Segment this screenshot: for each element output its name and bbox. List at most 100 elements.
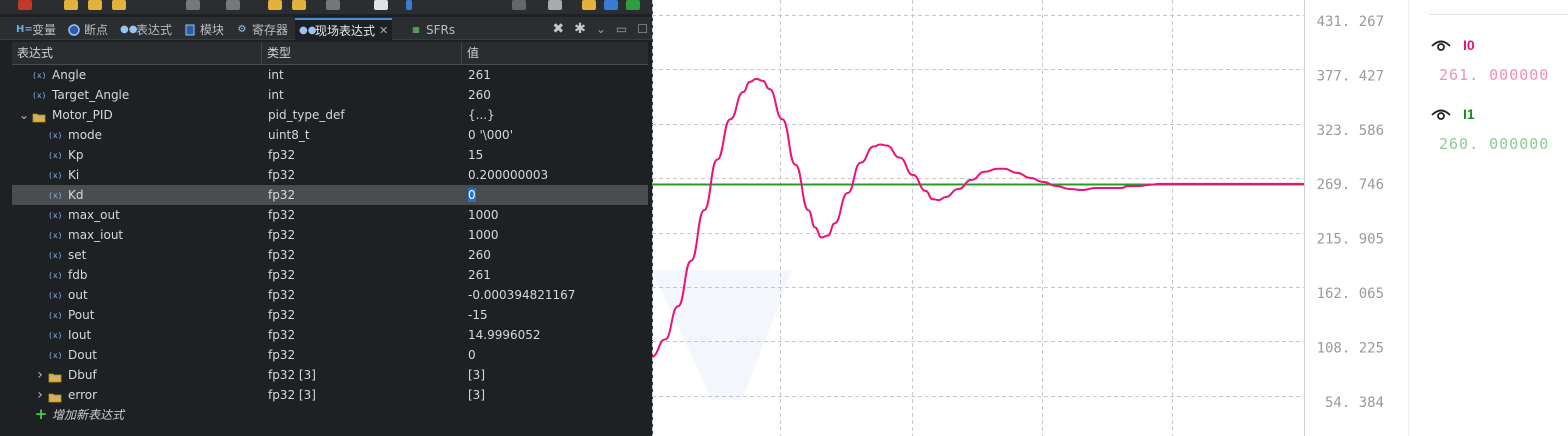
value-cell[interactable]: 261 (468, 265, 648, 285)
toolbar-icon[interactable] (626, 0, 640, 10)
tab-registers[interactable]: ⚙ 寄存器 (232, 20, 289, 39)
table-row[interactable]: (x)= out fp32 -0.000394821167 (12, 285, 648, 305)
table-row[interactable]: (x)= fdb fp32 261 (12, 265, 648, 285)
value-text[interactable]: 15 (468, 148, 483, 162)
value-text[interactable]: 0 (468, 348, 476, 362)
toolbar-icon[interactable] (64, 0, 78, 10)
value-text[interactable]: 260 (468, 88, 491, 102)
value-text[interactable]: -15 (468, 308, 488, 322)
table-row[interactable]: (x)= mode uint8_t 0 '\000' (12, 125, 648, 145)
legend-series-name: I1 (1463, 106, 1475, 122)
value-cell[interactable]: 260 (468, 85, 648, 105)
value-cell[interactable]: 1000 (468, 205, 648, 225)
eye-icon[interactable] (1431, 107, 1451, 121)
toolbar-icon[interactable] (268, 0, 282, 10)
toolbar-icon[interactable] (88, 0, 102, 10)
expression-cell: (x)= out (12, 285, 262, 305)
tab-expressions[interactable]: ●● 表达式 (116, 20, 172, 39)
value-cell[interactable]: 0 (468, 185, 648, 205)
value-text[interactable]: -0.000394821167 (468, 288, 575, 302)
table-row[interactable]: (x)= Dout fp32 0 (12, 345, 648, 365)
tab-sfrs[interactable]: ▦ SFRs (406, 20, 455, 39)
value-cell[interactable]: 0.200000003 (468, 165, 648, 185)
value-cell[interactable]: 15 (468, 145, 648, 165)
expression-name: out (68, 288, 88, 302)
tab-variables[interactable]: H= 变量 (12, 20, 56, 39)
table-row[interactable]: (x)= Angle int 261 (12, 65, 648, 85)
toolbar-icon[interactable] (292, 0, 306, 10)
toolbar-icon[interactable] (326, 0, 340, 10)
remove-all-icon[interactable]: ✖ (552, 21, 564, 37)
toolbar-icon[interactable] (112, 0, 126, 10)
toolbar-icon[interactable] (512, 0, 526, 10)
table-row[interactable]: (x)= set fp32 260 (12, 245, 648, 265)
table-row[interactable]: (x)= Iout fp32 14.9996052 (12, 325, 648, 345)
value-text[interactable]: {...} (468, 108, 495, 122)
toolbar-icon[interactable] (226, 0, 240, 10)
value-text[interactable]: 0.200000003 (468, 168, 548, 182)
tab-live-expressions[interactable]: ●● 现场表达式 ✕ (295, 18, 393, 41)
table-row[interactable]: (x)= max_out fp32 1000 (12, 205, 648, 225)
toolbar-icon[interactable] (604, 0, 618, 10)
tab-breakpoints[interactable]: 断点 (64, 20, 108, 39)
expression-name: Kp (68, 148, 84, 162)
toolbar-icon[interactable] (374, 0, 388, 10)
maximize-icon[interactable]: ☐ (637, 22, 648, 36)
toolbar-icon[interactable] (548, 0, 562, 10)
remove-selected-icon[interactable]: ✱ (574, 21, 586, 37)
toolbar-icon[interactable] (18, 0, 32, 10)
chevron-down-icon[interactable]: ⌄ (19, 105, 29, 125)
tab-modules[interactable]: 模块 (180, 20, 224, 39)
type-cell: fp32 (268, 188, 296, 202)
value-cell[interactable]: [3] (468, 385, 648, 405)
table-row[interactable]: (x)= Pout fp32 -15 (12, 305, 648, 325)
value-text[interactable]: 1000 (468, 208, 499, 222)
legend-series-name: I0 (1463, 37, 1475, 53)
table-row[interactable]: (x)= Kd fp32 0 (12, 185, 648, 205)
value-cell[interactable]: 1000 (468, 225, 648, 245)
table-row[interactable]: (x)= max_iout fp32 1000 (12, 225, 648, 245)
svg-text:(x)=: (x)= (48, 331, 61, 339)
value-text[interactable]: 14.9996052 (468, 328, 541, 342)
eye-icon[interactable] (1431, 38, 1451, 52)
column-header-type[interactable]: 类型 (262, 42, 462, 64)
add-expression-row[interactable]: + 增加新表达式 (12, 405, 648, 425)
value-text[interactable]: 261 (468, 268, 491, 282)
value-text[interactable]: 261 (468, 68, 491, 82)
table-row[interactable]: (x)= Target_Angle int 260 (12, 85, 648, 105)
value-cell[interactable]: 0 (468, 345, 648, 365)
toolbar-icon[interactable] (406, 0, 412, 10)
table-row[interactable]: ⌄ Motor_PID pid_type_def {...} (12, 105, 648, 125)
value-cell[interactable]: 261 (468, 65, 648, 85)
value-cell[interactable]: [3] (468, 365, 648, 385)
table-row[interactable]: › Dbuf fp32 [3] [3] (12, 365, 648, 385)
minimize-icon[interactable]: ▭ (616, 22, 627, 36)
svg-text:(x)=: (x)= (48, 311, 61, 319)
chevron-down-icon[interactable]: ⌄ (596, 22, 606, 36)
table-row[interactable]: › error fp32 [3] [3] (12, 385, 648, 405)
toolbar-icon[interactable] (582, 0, 596, 10)
value-text[interactable]: 260 (468, 248, 491, 262)
chevron-right-icon[interactable]: › (35, 385, 45, 405)
chevron-right-icon[interactable]: › (35, 365, 45, 385)
value-cell[interactable]: {...} (468, 105, 648, 125)
value-cell[interactable]: -0.000394821167 (468, 285, 648, 305)
value-cell[interactable]: 14.9996052 (468, 325, 648, 345)
value-cell[interactable]: 260 (468, 245, 648, 265)
value-text[interactable]: 1000 (468, 228, 499, 242)
value-cell[interactable]: -15 (468, 305, 648, 325)
close-icon[interactable]: ✕ (379, 24, 388, 37)
value-text[interactable]: 0 (468, 188, 476, 202)
value-text[interactable]: [3] (468, 388, 485, 402)
column-header-expression[interactable]: 表达式 (12, 42, 262, 64)
column-header-value[interactable]: 值 (462, 42, 648, 64)
table-row[interactable]: (x)= Ki fp32 0.200000003 (12, 165, 648, 185)
value-text[interactable]: [3] (468, 368, 485, 382)
add-expression-label[interactable]: 增加新表达式 (52, 405, 124, 425)
type-cell: fp32 (268, 328, 296, 342)
value-cell[interactable]: 0 '\000' (468, 125, 648, 145)
y-tick-label: 377. 427 (1317, 68, 1384, 84)
value-text[interactable]: 0 '\000' (468, 128, 513, 142)
table-row[interactable]: (x)= Kp fp32 15 (12, 145, 648, 165)
toolbar-icon[interactable] (186, 0, 200, 10)
